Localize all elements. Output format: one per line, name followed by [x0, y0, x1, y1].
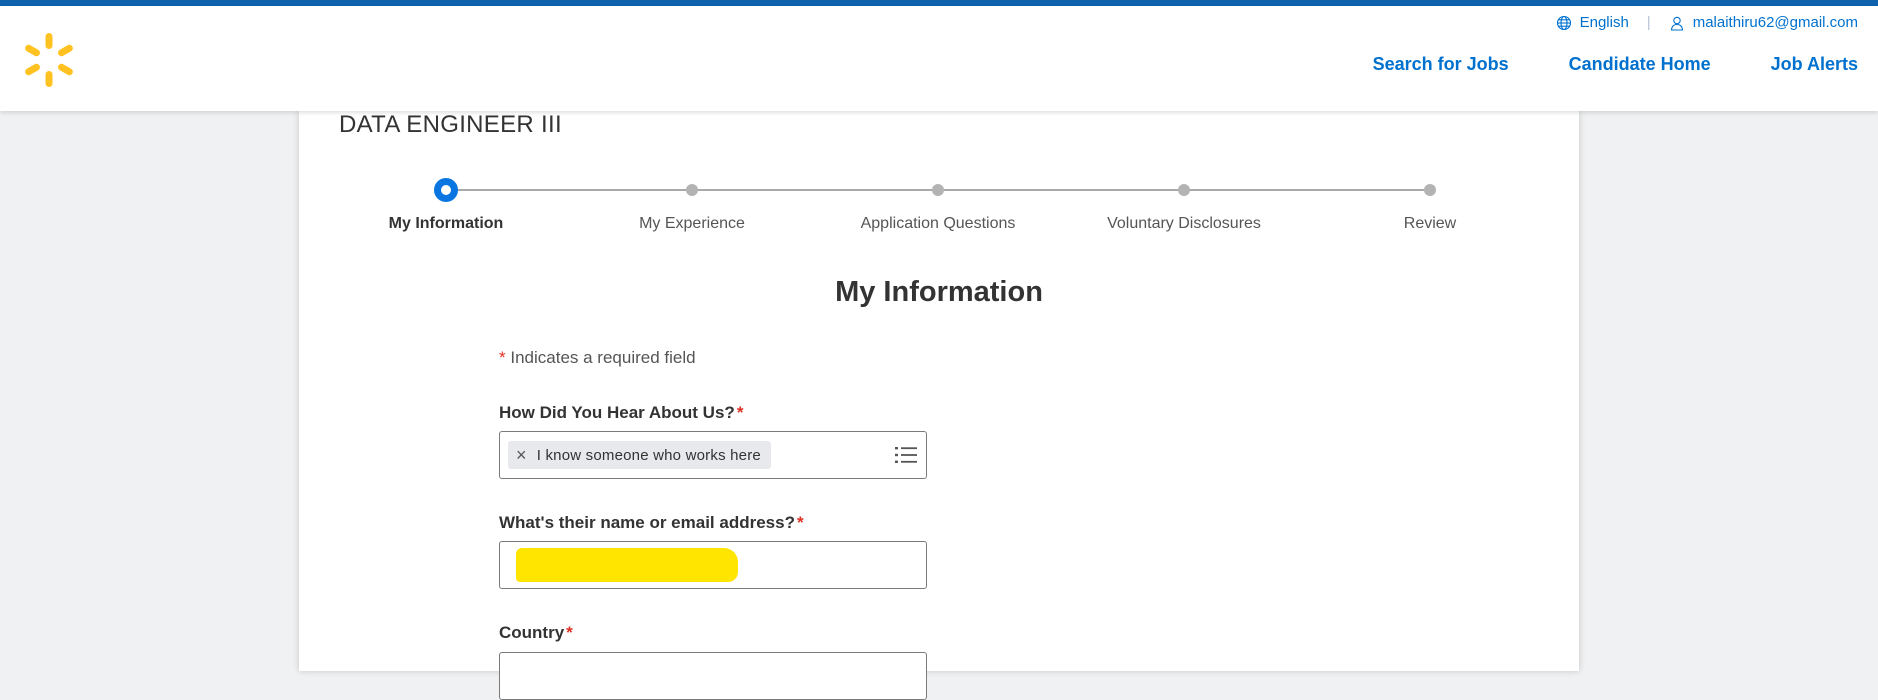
application-progress: My Information My Experience Application… — [299, 178, 1579, 248]
user-email: malaithiru62@gmail.com — [1692, 14, 1858, 31]
country-select[interactable] — [499, 652, 927, 700]
how-heard-label: How Did You Hear About Us? * — [499, 403, 743, 423]
nav-search-for-jobs[interactable]: Search for Jobs — [1373, 54, 1509, 75]
required-star: * — [566, 623, 573, 642]
application-card: DATA ENGINEER III My Information My Expe… — [299, 111, 1579, 700]
language-label: English — [1579, 14, 1629, 31]
country-label: Country * — [499, 623, 573, 643]
selected-source-text: I know someone who works here — [536, 446, 761, 464]
site-header: English | malaithiru62@gmail.com Search … — [0, 6, 1878, 111]
required-star: * — [499, 348, 506, 367]
referrer-label: What's their name or email address? * — [499, 513, 804, 533]
required-star: * — [796, 513, 804, 532]
required-note-text: Indicates a required field — [510, 348, 696, 367]
user-icon — [1670, 16, 1683, 31]
utility-bar: English | malaithiru62@gmail.com — [1556, 14, 1858, 31]
nav-candidate-home[interactable]: Candidate Home — [1569, 54, 1711, 75]
step-label: My Experience — [639, 215, 745, 232]
account-menu[interactable]: malaithiru62@gmail.com — [1669, 14, 1858, 31]
referrer-label-text: What's their name or email address? — [499, 513, 795, 532]
redacted-value-highlight — [516, 548, 738, 582]
utility-separator: | — [1646, 14, 1651, 31]
step-label: My Information — [388, 215, 504, 232]
walmart-spark-logo[interactable] — [24, 32, 74, 88]
step-marker — [686, 184, 698, 196]
how-heard-label-text: How Did You Hear About Us? — [499, 403, 735, 422]
step-marker — [1424, 184, 1436, 196]
globe-icon — [1556, 15, 1571, 30]
step-marker — [932, 184, 944, 196]
section-title: My Information — [835, 276, 1043, 308]
referrer-input[interactable] — [499, 541, 927, 589]
step-marker — [1178, 184, 1190, 196]
nav-job-alerts[interactable]: Job Alerts — [1771, 54, 1858, 75]
country-label-text: Country — [499, 623, 565, 642]
job-title: DATA ENGINEER III — [339, 111, 562, 138]
step-label: Review — [1403, 215, 1457, 232]
step-label: Application Questions — [860, 215, 1016, 232]
how-heard-multiselect[interactable]: × I know someone who works here — [499, 431, 927, 479]
step-current-marker — [434, 178, 458, 202]
required-field-note: * Indicates a required field — [499, 348, 696, 368]
step-label: Voluntary Disclosures — [1107, 215, 1261, 232]
options-list-icon[interactable] — [895, 445, 917, 465]
required-star: * — [736, 403, 744, 422]
language-selector[interactable]: English — [1556, 14, 1629, 31]
selected-source-pill: × I know someone who works here — [508, 441, 771, 469]
remove-selection-icon[interactable]: × — [516, 446, 527, 464]
main-nav: Search for Jobs Candidate Home Job Alert… — [1373, 54, 1858, 75]
